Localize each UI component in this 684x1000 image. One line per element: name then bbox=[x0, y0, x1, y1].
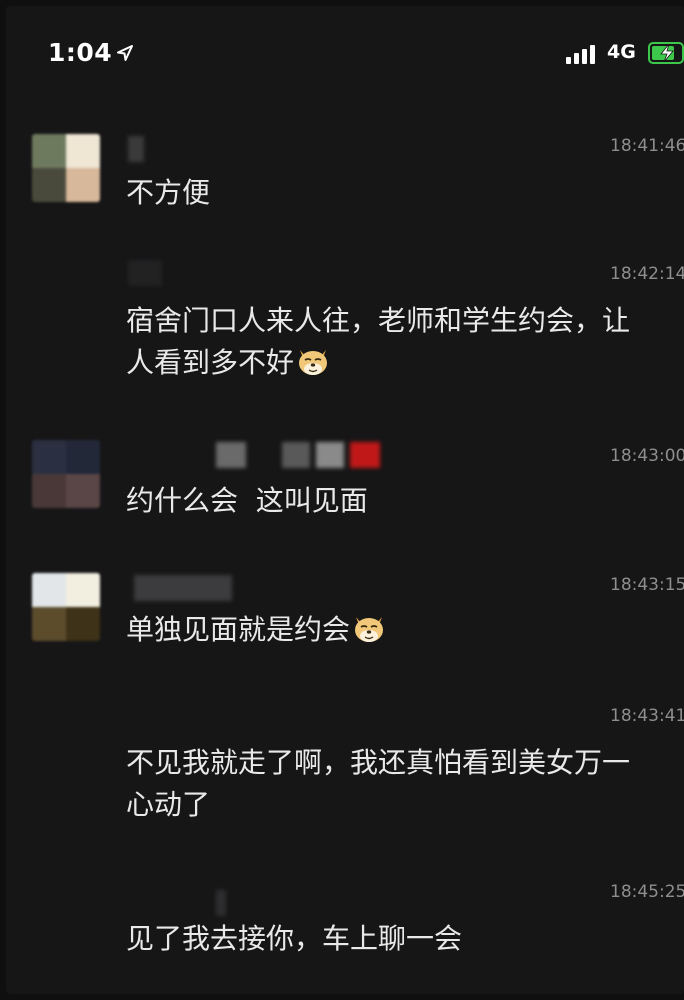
doge-emoji-icon bbox=[355, 617, 384, 642]
avatar[interactable] bbox=[32, 134, 100, 202]
message-text: 不方便 bbox=[126, 172, 210, 214]
message-timestamp: 18:43:00 bbox=[610, 446, 684, 466]
chat-message[interactable]: 18:41:46 不方便 bbox=[6, 126, 684, 236]
avatar[interactable] bbox=[32, 440, 100, 508]
message-line: 心动了 bbox=[126, 788, 211, 821]
message-text: 单独见面就是约会 bbox=[126, 609, 386, 651]
message-text: 宿舍门口人来人往，老师和学生约会，让 人看到多不好 bbox=[126, 300, 630, 384]
message-timestamp: 18:43:15 bbox=[610, 575, 684, 595]
message-line: 见了我去接你，车上聊一会 bbox=[126, 922, 463, 955]
message-line: 人看到多不好 bbox=[126, 346, 295, 379]
message-timestamp: 18:41:46 bbox=[610, 136, 684, 156]
sender-name bbox=[216, 890, 226, 916]
chat-message[interactable]: 18:45:25 见了我去接你，车上聊一会 bbox=[6, 876, 684, 976]
sender-name bbox=[134, 575, 232, 601]
sender-name bbox=[128, 136, 144, 162]
message-text: 约什么会 这叫见面 bbox=[126, 480, 368, 522]
message-timestamp: 18:43:41 bbox=[610, 706, 684, 726]
message-line: 不方便 bbox=[126, 176, 211, 209]
message-text: 不见我就走了啊，我还真怕看到美女万一 心动了 bbox=[126, 742, 630, 826]
signal-bars-icon bbox=[566, 45, 595, 64]
message-line: 不见我就走了啊，我还真怕看到美女万一 bbox=[126, 746, 631, 779]
network-type: 4G bbox=[607, 41, 636, 63]
message-timestamp: 18:42:14 bbox=[610, 264, 684, 284]
message-line: 单独见面就是约会 bbox=[126, 613, 351, 646]
location-arrow-icon bbox=[117, 45, 133, 61]
sender-name bbox=[128, 260, 162, 286]
chat-message[interactable]: 18:43:00 约什么会 这叫见面 bbox=[6, 436, 684, 546]
battery-charging-icon bbox=[648, 42, 684, 64]
chat-screen: 1:04 4G 18:41:46 不方便 18:42:14 宿舍门口人来人往，老… bbox=[6, 6, 684, 994]
status-bar: 1:04 4G bbox=[6, 6, 684, 86]
chat-message[interactable]: 18:42:14 宿舍门口人来人往，老师和学生约会，让 人看到多不好 bbox=[6, 258, 684, 398]
message-line: 宿舍门口人来人往，老师和学生约会，让 bbox=[126, 304, 631, 337]
message-line: 约什么会 这叫见面 bbox=[126, 484, 368, 517]
chat-message[interactable]: 18:43:15 单独见面就是约会 bbox=[6, 569, 684, 679]
message-timestamp: 18:45:25 bbox=[610, 882, 684, 902]
sender-name bbox=[216, 442, 380, 468]
doge-emoji-icon bbox=[299, 350, 328, 375]
chat-message[interactable]: 18:43:41 不见我就走了啊，我还真怕看到美女万一 心动了 bbox=[6, 700, 684, 840]
message-text: 见了我去接你，车上聊一会 bbox=[126, 918, 462, 960]
status-time: 1:04 bbox=[48, 38, 113, 67]
avatar[interactable] bbox=[32, 573, 100, 641]
